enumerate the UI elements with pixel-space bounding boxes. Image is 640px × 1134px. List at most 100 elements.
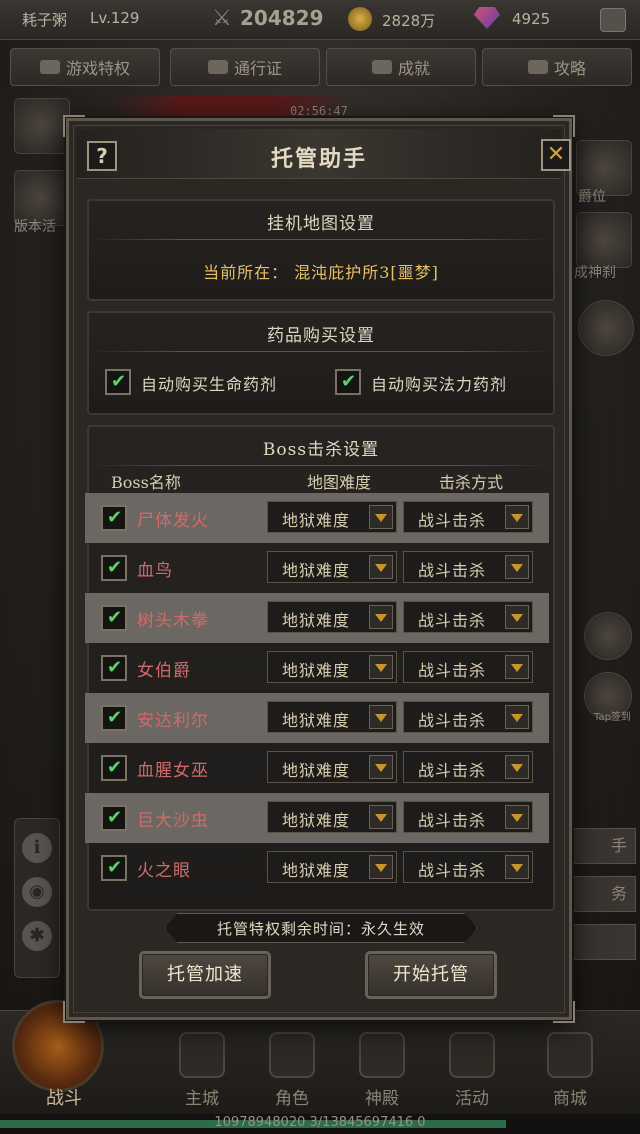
dropdown-toggle[interactable] <box>369 855 393 879</box>
corner-ornament <box>553 1001 575 1023</box>
checkmark-icon: ✔ <box>110 371 127 392</box>
difficulty-select[interactable]: 地狱难度 <box>267 651 397 683</box>
map-settings-header: 挂机地图设置 <box>267 214 375 234</box>
difficulty-select[interactable]: 地狱难度 <box>267 501 397 533</box>
side-tap-label: Tap签到 <box>594 712 631 723</box>
kill-mode-select[interactable]: 战斗击杀 <box>403 701 533 733</box>
boss-name: 尸体发火 <box>137 511 209 531</box>
boss-list[interactable]: ✔ 尸体发火 地狱难度 战斗击杀 ✔ 血鸟 地狱难度 战斗击杀 ✔ 树头木拳 地狱难度 战斗击杀 ✔ 女伯… <box>85 493 549 911</box>
checkmark-icon: ✔ <box>106 707 123 728</box>
dropdown-toggle[interactable] <box>505 505 529 529</box>
checkmark-icon: ✔ <box>106 757 123 778</box>
difficulty-select[interactable]: 地狱难度 <box>267 801 397 833</box>
difficulty-value: 地狱难度 <box>282 761 351 780</box>
chevron-down-icon <box>375 864 387 872</box>
start-auto-button[interactable]: 开始托管 <box>365 951 497 999</box>
difficulty-value: 地狱难度 <box>282 811 351 830</box>
nav-label: 攻略 <box>553 59 586 78</box>
auto-buy-mp-label: 自动购买法力药剂 <box>371 375 508 394</box>
nav-activity[interactable]: 活动 <box>430 1025 514 1109</box>
location-icon[interactable]: ◉ <box>22 877 52 907</box>
kill-mode-value: 战斗击杀 <box>418 761 487 780</box>
boss-checkbox[interactable]: ✔ <box>101 505 127 531</box>
difficulty-select[interactable]: 地狱难度 <box>267 751 397 783</box>
checkmark-icon: ✔ <box>340 371 357 392</box>
potion-settings-header: 药品购买设置 <box>267 326 375 346</box>
kill-mode-select[interactable]: 战斗击杀 <box>403 501 533 533</box>
boss-checkbox[interactable]: ✔ <box>101 705 127 731</box>
dropdown-toggle[interactable] <box>369 805 393 829</box>
nav-character[interactable]: 角色 <box>250 1025 334 1109</box>
chat-bubble-icon[interactable] <box>584 612 632 660</box>
dropdown-toggle[interactable] <box>369 755 393 779</box>
boss-checkbox[interactable]: ✔ <box>101 605 127 631</box>
dropdown-toggle[interactable] <box>505 755 529 779</box>
boss-checkbox[interactable]: ✔ <box>101 655 127 681</box>
nav-label: 游戏特权 <box>65 59 130 78</box>
help-button[interactable]: ? <box>87 141 117 171</box>
nav-temple[interactable]: 神殿 <box>340 1025 424 1109</box>
dropdown-toggle[interactable] <box>369 505 393 529</box>
dropdown-toggle[interactable] <box>505 555 529 579</box>
nav-game-privilege[interactable]: 游戏特权 <box>10 48 160 86</box>
nav-guide[interactable]: 攻略 <box>482 48 632 86</box>
boss-checkbox[interactable]: ✔ <box>101 805 127 831</box>
auto-buy-hp-checkbox[interactable]: ✔ <box>105 369 131 395</box>
dropdown-toggle[interactable] <box>505 805 529 829</box>
kill-mode-value: 战斗击杀 <box>418 711 487 730</box>
side-btn-1[interactable]: 手 <box>570 828 636 864</box>
boss-checkbox[interactable]: ✔ <box>101 555 127 581</box>
settings-icon[interactable] <box>600 8 626 32</box>
difficulty-select[interactable]: 地狱难度 <box>267 701 397 733</box>
bottom-nav-label: 主城 <box>185 1089 219 1109</box>
dropdown-toggle[interactable] <box>369 605 393 629</box>
dropdown-toggle[interactable] <box>505 855 529 879</box>
info-icon[interactable]: i <box>22 833 52 863</box>
side-god-icon[interactable] <box>576 212 632 268</box>
bottom-nav-label: 商城 <box>553 1089 587 1109</box>
chevron-down-icon <box>511 814 523 822</box>
kill-mode-select[interactable]: 战斗击杀 <box>403 651 533 683</box>
privilege-remaining-time: 托管特权剩余时间：永久生效 <box>216 920 425 938</box>
dropdown-toggle[interactable] <box>505 705 529 729</box>
dropdown-toggle[interactable] <box>369 555 393 579</box>
nav-main-city[interactable]: 主城 <box>160 1025 244 1109</box>
column-difficulty: 地图难度 <box>307 473 372 492</box>
kill-mode-select[interactable]: 战斗击杀 <box>403 751 533 783</box>
map-settings-panel: 挂机地图设置 当前所在： 混沌庇护所3[噩梦] <box>87 199 555 301</box>
side-btn-3[interactable] <box>570 924 636 960</box>
difficulty-select[interactable]: 地狱难度 <box>267 851 397 883</box>
difficulty-select[interactable]: 地狱难度 <box>267 601 397 633</box>
side-rank-label: 爵位 <box>578 189 606 205</box>
side-event-icon[interactable] <box>14 98 70 154</box>
side-feather-icon[interactable] <box>578 300 634 356</box>
boss-row: ✔ 巨大沙虫 地狱难度 战斗击杀 <box>85 793 549 843</box>
auto-buy-hp-label: 自动购买生命药剂 <box>141 375 278 394</box>
bottom-nav-label: 角色 <box>275 1089 309 1109</box>
dropdown-toggle[interactable] <box>505 605 529 629</box>
boss-checkbox[interactable]: ✔ <box>101 855 127 881</box>
difficulty-select[interactable]: 地狱难度 <box>267 551 397 583</box>
dialog-title: 托管助手 <box>270 146 367 172</box>
side-btn-2[interactable]: 务 <box>570 876 636 912</box>
close-button[interactable]: ✕ <box>541 139 571 171</box>
kill-mode-select[interactable]: 战斗击杀 <box>403 551 533 583</box>
nav-shop[interactable]: 商城 <box>528 1025 612 1109</box>
boss-row: ✔ 火之眼 地狱难度 战斗击杀 <box>85 843 549 893</box>
auto-buy-mp-checkbox[interactable]: ✔ <box>335 369 361 395</box>
boss-name: 血腥女巫 <box>137 761 209 781</box>
dropdown-toggle[interactable] <box>369 655 393 679</box>
dropdown-toggle[interactable] <box>369 705 393 729</box>
kill-mode-select[interactable]: 战斗击杀 <box>403 801 533 833</box>
nav-pass[interactable]: 通行证 <box>170 48 320 86</box>
dropdown-toggle[interactable] <box>505 655 529 679</box>
boss-checkbox[interactable]: ✔ <box>101 755 127 781</box>
speed-up-button[interactable]: 托管加速 <box>139 951 271 999</box>
checkmark-icon: ✔ <box>106 807 123 828</box>
demon-mask-icon <box>449 1032 495 1078</box>
kill-mode-select[interactable]: 战斗击杀 <box>403 851 533 883</box>
kill-mode-select[interactable]: 战斗击杀 <box>403 601 533 633</box>
kill-mode-value: 战斗击杀 <box>418 861 487 880</box>
gear-icon[interactable]: ✱ <box>22 921 52 951</box>
nav-achievement[interactable]: 成就 <box>326 48 476 86</box>
